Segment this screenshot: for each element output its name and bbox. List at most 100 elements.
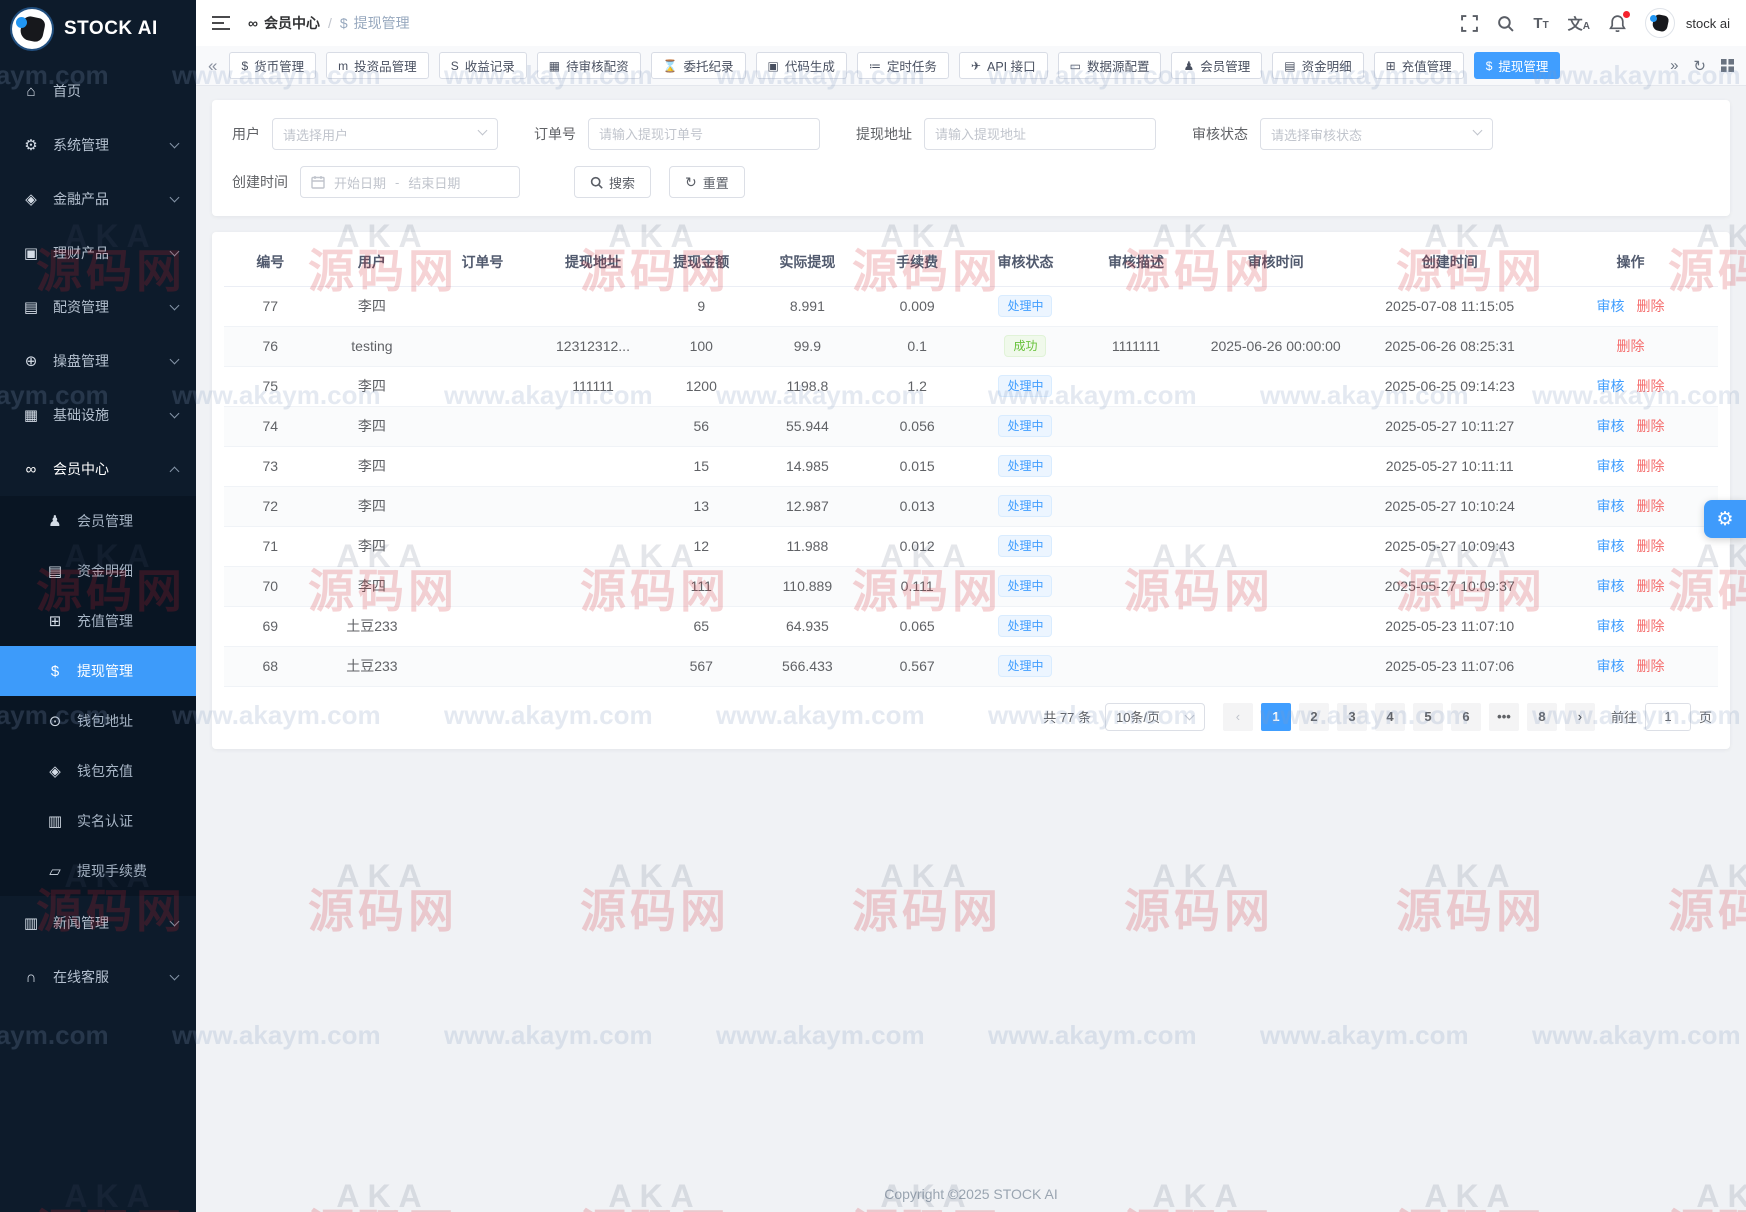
- sidebar-item-withdraw-manage[interactable]: $ 提现管理: [0, 646, 196, 696]
- goto-page-input[interactable]: [1644, 702, 1691, 731]
- audit-link[interactable]: 审核: [1597, 538, 1625, 554]
- tab-fund-details[interactable]: ▤ 资金明细: [1272, 52, 1364, 79]
- status-select[interactable]: 请选择审核状态: [1260, 118, 1493, 150]
- audit-link[interactable]: 审核: [1597, 658, 1625, 674]
- status-badge: 处理中: [998, 375, 1053, 397]
- reset-button[interactable]: ↻ 重置: [669, 166, 745, 198]
- sidebar-item-wallet-recharge[interactable]: ◈ 钱包充值: [0, 746, 196, 796]
- order-input[interactable]: [588, 118, 820, 150]
- sidebar-item-recharge-manage[interactable]: ⊞ 充值管理: [0, 596, 196, 646]
- cell-fee: 0.065: [860, 606, 974, 647]
- sidebar-item-wallet-address[interactable]: ⊙ 钱包地址: [0, 696, 196, 746]
- page-button-8[interactable]: 8: [1526, 702, 1557, 731]
- cell-user: 土豆233: [316, 646, 428, 687]
- sidebar-item-finance-products[interactable]: ◈ 金融产品: [0, 172, 196, 226]
- user-select[interactable]: 请选择用户: [272, 118, 498, 150]
- font-size-button[interactable]: TT: [1533, 15, 1548, 32]
- page-button-5[interactable]: 5: [1412, 702, 1443, 731]
- delete-link[interactable]: 删除: [1637, 498, 1665, 514]
- search-button[interactable]: [1497, 15, 1515, 32]
- user-name[interactable]: stock ai: [1686, 16, 1730, 31]
- tab-currency-manage[interactable]: $ 货币管理: [229, 52, 317, 79]
- search-submit-button[interactable]: 搜索: [574, 166, 652, 198]
- page-button-4[interactable]: 4: [1374, 702, 1405, 731]
- page-button-3[interactable]: 3: [1336, 702, 1367, 731]
- cell-actions: 审核 删除: [1543, 286, 1718, 327]
- page-button-2[interactable]: 2: [1298, 702, 1329, 731]
- tab-code-generate[interactable]: ▣ 代码生成: [755, 52, 847, 79]
- delete-link[interactable]: 删除: [1617, 338, 1645, 354]
- sidebar-item-home[interactable]: ⌂ 首页: [0, 64, 196, 118]
- copyright-footer: Copyright ©2025 STOCK AI: [884, 1186, 1058, 1202]
- avatar[interactable]: [1644, 8, 1675, 38]
- tab-pending-allocation[interactable]: ▦ 待审核配资: [536, 52, 641, 79]
- tab-member-manage[interactable]: ♟ 会员管理: [1171, 52, 1263, 79]
- page-size-select[interactable]: 10条/页: [1104, 702, 1205, 731]
- sidebar-item-label: 金融产品: [53, 191, 109, 207]
- breadcrumb-section[interactable]: ∞ 会员中心: [248, 13, 320, 33]
- cell-actions: 审核 删除: [1543, 566, 1718, 607]
- tab-recharge-manage[interactable]: ⊞ 充值管理: [1373, 52, 1464, 79]
- sidebar-item-trading-manage[interactable]: ⊕ 操盘管理: [0, 334, 196, 388]
- tab-options-grid-icon[interactable]: [1721, 59, 1734, 72]
- sidebar-item-fund-details[interactable]: ▤ 资金明细: [0, 546, 196, 596]
- sidebar-item-infrastructure[interactable]: ▦ 基础设施: [0, 388, 196, 442]
- more-pages-button[interactable]: •••: [1488, 702, 1519, 731]
- sidebar-item-news-manage[interactable]: ▥ 新闻管理: [0, 896, 196, 950]
- delete-link[interactable]: 删除: [1637, 658, 1665, 674]
- sidebar-item-real-name-auth[interactable]: ▥ 实名认证: [0, 796, 196, 846]
- cell-actual: 11.988: [754, 526, 861, 567]
- delete-link[interactable]: 删除: [1637, 458, 1665, 474]
- delete-link[interactable]: 删除: [1637, 298, 1665, 314]
- news-manage-icon: ▥: [23, 915, 39, 932]
- tab-label: API 接口: [986, 60, 1036, 74]
- status-badge: 成功: [1004, 335, 1047, 357]
- settings-fab[interactable]: ⚙: [1704, 500, 1746, 538]
- language-button[interactable]: 文A: [1568, 13, 1590, 34]
- tabs-scroll-right-icon[interactable]: »: [1670, 57, 1678, 74]
- tab-api-interface[interactable]: ✈ API 接口: [958, 52, 1048, 79]
- prev-page-button[interactable]: ‹: [1222, 702, 1253, 731]
- delete-link[interactable]: 删除: [1637, 618, 1665, 634]
- audit-link[interactable]: 审核: [1597, 378, 1625, 394]
- page-button-1[interactable]: 1: [1260, 702, 1291, 731]
- tab-delegate-records[interactable]: ⌛ 委托纪录: [650, 52, 746, 79]
- address-input[interactable]: [924, 118, 1156, 150]
- tabs-scroll-left-icon[interactable]: «: [208, 57, 217, 74]
- page-button-6[interactable]: 6: [1450, 702, 1481, 731]
- sidebar-item-withdraw-fee[interactable]: ▱ 提现手续费: [0, 846, 196, 896]
- tab-profit-records[interactable]: S 收益记录: [438, 52, 527, 79]
- tab-investment-manage[interactable]: m 投资品管理: [326, 52, 429, 79]
- audit-link[interactable]: 审核: [1597, 298, 1625, 314]
- date-range-picker[interactable]: 开始日期 - 结束日期: [300, 166, 520, 198]
- notification-button[interactable]: [1609, 11, 1630, 32]
- delete-link[interactable]: 删除: [1637, 378, 1665, 394]
- tab-datasource-config[interactable]: ▭ 数据源配置: [1057, 52, 1162, 79]
- sidebar-item-member-manage[interactable]: ♟ 会员管理: [0, 496, 196, 546]
- delete-link[interactable]: 删除: [1637, 418, 1665, 434]
- cell-status: 处理中: [973, 286, 1077, 327]
- sidebar-item-member-center[interactable]: ∞ 会员中心: [0, 442, 196, 496]
- fullscreen-button[interactable]: [1461, 14, 1479, 32]
- audit-link[interactable]: 审核: [1597, 418, 1625, 434]
- sidebar-item-system-manage[interactable]: ⚙ 系统管理: [0, 118, 196, 172]
- audit-link[interactable]: 审核: [1597, 578, 1625, 594]
- cell-user: 李四: [316, 486, 428, 527]
- cell-order: [427, 366, 538, 407]
- sidebar-item-allocation-manage[interactable]: ▤ 配资管理: [0, 280, 196, 334]
- audit-link[interactable]: 审核: [1597, 458, 1625, 474]
- sidebar-item-online-service[interactable]: ∩ 在线客服: [0, 950, 196, 1004]
- next-page-button[interactable]: ›: [1564, 702, 1595, 731]
- sidebar-item-label: 提现手续费: [77, 863, 147, 879]
- cell-created: 2025-06-26 08:25:31: [1356, 326, 1544, 367]
- audit-link[interactable]: 审核: [1597, 498, 1625, 514]
- delete-link[interactable]: 删除: [1637, 578, 1665, 594]
- sidebar-collapse-button[interactable]: [212, 16, 230, 30]
- filter-created: 创建时间 开始日期 - 结束日期: [232, 166, 520, 198]
- audit-link[interactable]: 审核: [1597, 618, 1625, 634]
- sidebar-item-wealth-products[interactable]: ▣ 理财产品: [0, 226, 196, 280]
- tab-withdraw-manage[interactable]: $ 提现管理: [1473, 52, 1561, 79]
- tab-scheduled-tasks[interactable]: ≔ 定时任务: [856, 52, 949, 79]
- delete-link[interactable]: 删除: [1637, 538, 1665, 554]
- refresh-icon[interactable]: ↻: [1693, 57, 1706, 75]
